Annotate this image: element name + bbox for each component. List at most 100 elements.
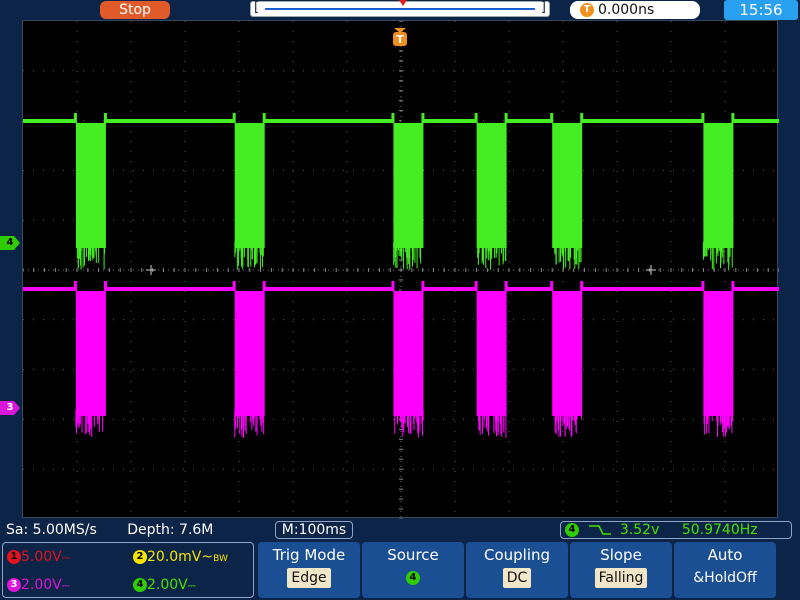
softkey-coupling[interactable]: Coupling DC xyxy=(466,542,568,598)
ch3-trace-baseline xyxy=(105,287,235,291)
ac-coupling-icon: ~ xyxy=(201,549,214,565)
ch1-setting[interactable]: 1 5.00V⎓ xyxy=(7,547,70,567)
dc-coupling-icon: ⎓ xyxy=(61,581,70,592)
ch3-trace-baseline xyxy=(264,287,394,291)
ch3-setting[interactable]: 3 2.00V⎓ xyxy=(7,575,70,595)
channel-settings-panel[interactable]: 1 5.00V⎓ 2 20.0mV~BW 3 2.00V⎓ 4 2.00V⎓ xyxy=(2,542,254,598)
ch3-trace-edge xyxy=(232,281,236,291)
ch3-trace-baseline xyxy=(23,287,76,291)
softkey-auto-holdoff[interactable]: Auto &HoldOff xyxy=(674,542,776,598)
ch3-marker-label: 3 xyxy=(6,402,14,413)
source-channel-badge: 4 xyxy=(406,571,420,585)
ch4-trace-edge xyxy=(550,113,554,123)
ch4-trace-edge xyxy=(232,113,236,123)
ch4-trace-burst xyxy=(703,123,734,248)
trigger-position-value: 0.000ns xyxy=(598,2,655,18)
trigger-frequency: 50.9740Hz xyxy=(681,522,758,538)
ch4-scale: 2.00V xyxy=(147,577,188,593)
ch3-offset-marker[interactable]: 3 xyxy=(0,401,20,415)
ch4-trace-edge xyxy=(731,113,735,123)
ch2-badge: 2 xyxy=(133,550,147,564)
ch4-trace-edge xyxy=(262,113,266,123)
trigger-info-readout[interactable]: 4 3.52v 50.9740Hz xyxy=(560,521,792,539)
dc-coupling-icon: ⎓ xyxy=(61,553,70,564)
waveform-display xyxy=(23,21,779,519)
waveform-screen[interactable] xyxy=(22,20,779,519)
ch3-trace-notch xyxy=(711,287,728,291)
softkey-title: Coupling xyxy=(483,546,551,564)
ch4-trace-notch xyxy=(83,119,100,123)
softkey-value: DC xyxy=(502,568,532,588)
trigger-position-readout[interactable]: T 0.000ns xyxy=(570,1,700,19)
svg-text:T: T xyxy=(396,33,404,46)
ch3-trace-edge xyxy=(421,281,425,291)
ch1-scale: 5.00V xyxy=(21,549,62,565)
ch3-trace-edge xyxy=(504,281,508,291)
ch4-trace-edge xyxy=(474,113,478,123)
run-stop-button[interactable]: Stop xyxy=(100,1,170,19)
bandwidth-limit-label: BW xyxy=(213,554,228,564)
falling-edge-icon xyxy=(589,525,612,535)
ch3-trace-burst xyxy=(234,291,265,416)
ch3-scale: 2.00V xyxy=(21,577,62,593)
ch4-trace-edge xyxy=(73,113,77,123)
memory-position-bar[interactable]: [ ] xyxy=(250,0,550,17)
ch4-trace-burst xyxy=(234,123,265,248)
softkey-value: Falling xyxy=(594,568,648,588)
softkey-source[interactable]: Source 4 xyxy=(362,542,464,598)
ch3-trace-baseline xyxy=(423,287,477,291)
clock: 15:56 xyxy=(724,0,798,20)
ch4-badge: 4 xyxy=(133,578,147,592)
ch3-trace-burst xyxy=(552,291,583,416)
ch3-trace-edge xyxy=(731,281,735,291)
softkey-title: Trig Mode xyxy=(272,546,346,564)
ch3-trace-edge xyxy=(580,281,584,291)
ch3-trace-burst xyxy=(703,291,734,416)
ch4-trace-edge xyxy=(103,113,107,123)
timebase-readout[interactable]: M:100ms xyxy=(275,521,353,539)
ch4-trace-baseline xyxy=(23,119,76,123)
ch4-trace-edge xyxy=(504,113,508,123)
trigger-time-marker-icon[interactable]: T xyxy=(392,28,408,48)
ch3-trace-edge xyxy=(73,281,77,291)
trigger-position-marker-icon xyxy=(399,0,407,6)
ch4-trace-notch xyxy=(401,119,418,123)
ch3-trace-edge xyxy=(474,281,478,291)
ch3-trace-edge xyxy=(550,281,554,291)
ch3-trace-burst xyxy=(393,291,424,416)
trigger-channel-badge: 4 xyxy=(565,523,579,537)
status-row: Sa: 5.00MS/s Depth: 7.6M M:100ms 4 3.52v… xyxy=(0,520,800,540)
ch4-trace-edge xyxy=(580,113,584,123)
ch3-trace-notch xyxy=(401,287,418,291)
ch4-setting[interactable]: 4 2.00V⎓ xyxy=(133,575,196,595)
ch3-trace-edge xyxy=(262,281,266,291)
ch4-offset-marker[interactable]: 4 xyxy=(0,236,20,250)
dc-coupling-icon: ⎓ xyxy=(187,581,196,592)
ch4-trace-notch xyxy=(242,119,259,123)
ch4-trace-notch xyxy=(484,119,501,123)
ch4-trace-notch xyxy=(560,119,577,123)
ch2-setting[interactable]: 2 20.0mV~BW xyxy=(133,547,228,567)
ch4-trace-burst xyxy=(476,123,507,248)
top-bar: Stop [ ] T 0.000ns 15:56 xyxy=(0,0,800,20)
bracket-right-icon: ] xyxy=(540,0,546,15)
softkey-title: Auto xyxy=(707,546,743,564)
ch3-trace-notch xyxy=(83,287,100,291)
ch3-trace-burst xyxy=(75,291,106,416)
softkey-trig-mode[interactable]: Trig Mode Edge xyxy=(258,542,360,598)
bracket-left-icon: [ xyxy=(254,0,260,15)
ch3-trace-baseline xyxy=(733,287,779,291)
ch4-trace-edge xyxy=(391,113,395,123)
ch4-marker-label: 4 xyxy=(6,237,14,248)
trigger-t-icon: T xyxy=(580,3,594,17)
ch4-trace-burst xyxy=(75,123,106,248)
trigger-level: 3.52v xyxy=(619,522,660,538)
ch3-trace-burst xyxy=(476,291,507,416)
ch3-trace-edge xyxy=(701,281,705,291)
softkey-slope[interactable]: Slope Falling xyxy=(570,542,672,598)
ch3-trace-notch xyxy=(560,287,577,291)
softkey-value: &HoldOff xyxy=(693,570,757,586)
ch3-trace-baseline xyxy=(582,287,704,291)
memory-bar-fill xyxy=(265,8,535,10)
ch4-trace-notch xyxy=(711,119,728,123)
